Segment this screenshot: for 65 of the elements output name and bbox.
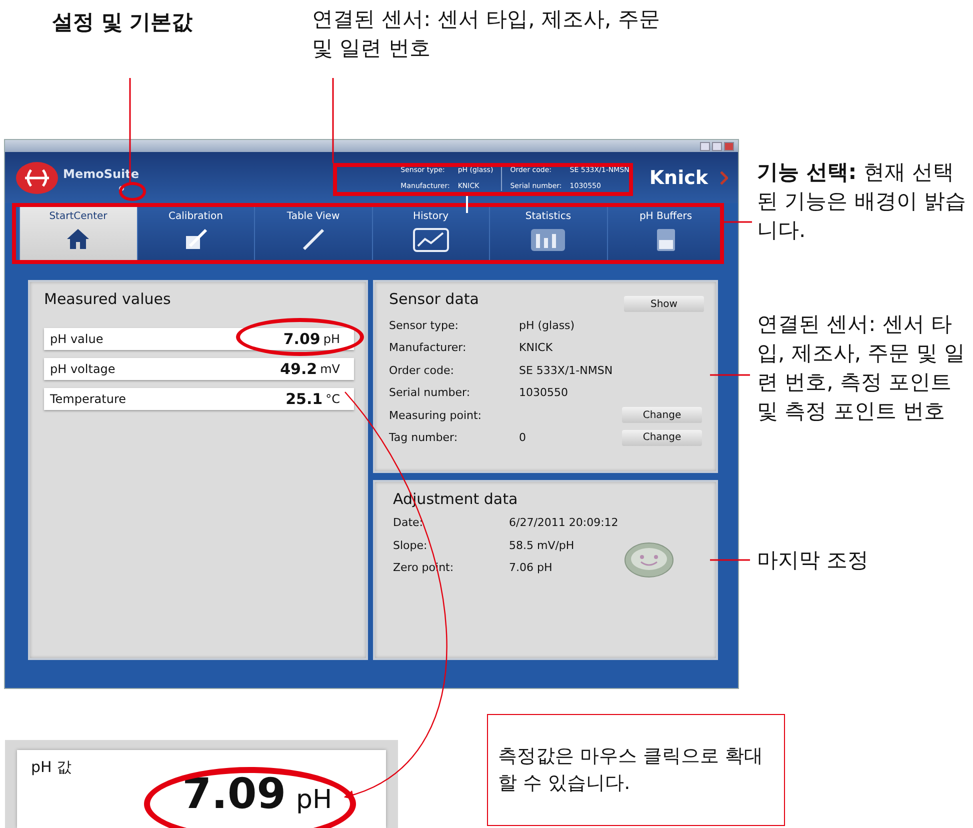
field-value: 1030550 [519, 386, 568, 400]
measured-value-row[interactable]: Temperature 25.1 °C [44, 388, 354, 410]
panel-title: Sensor data [389, 290, 479, 308]
value-unit: °C [326, 392, 340, 406]
tab[interactable]: StartCenter [19, 205, 136, 261]
minimize-button[interactable] [700, 142, 710, 150]
field-label: Slope: [393, 538, 428, 554]
field-label: Order code: [389, 364, 455, 377]
house-icon [66, 228, 90, 250]
tab[interactable]: Calibration [136, 205, 254, 261]
value-label: pH value [50, 332, 104, 346]
tab[interactable]: History [372, 205, 489, 261]
leader-line [724, 221, 752, 223]
measured-value-row[interactable]: pH value 7.09 pH [44, 328, 354, 350]
field-value: 58.5 mV/pH [509, 538, 576, 554]
value-label: pH voltage [50, 362, 116, 376]
field-value: 0 [519, 431, 526, 444]
field-label: Sensor type: [389, 318, 460, 332]
field-label: Date: [393, 516, 424, 531]
value-label: Temperature [50, 392, 128, 406]
field-value: pH (glass) [519, 318, 575, 332]
panel-title: Measured values [44, 290, 172, 308]
value-unit: mV [320, 362, 340, 376]
tab[interactable]: Table View [254, 205, 372, 261]
value-label: pH 값 [31, 758, 73, 777]
callout-text: 기능 선택: 현재 선택된 기능은 배경이 밝습니다. [757, 159, 968, 244]
field-label: Measuring point: [389, 408, 482, 422]
close-button[interactable] [724, 142, 734, 150]
callout-text: 설정 및 기본값 [52, 9, 194, 36]
change-button[interactable]: Change [622, 407, 702, 424]
pen-and-paper-icon [184, 228, 208, 250]
value-number: 49.2 [280, 360, 318, 378]
tab[interactable]: Statistics [489, 205, 606, 261]
chevron-icon[interactable] [720, 170, 728, 184]
field-value: 6/27/2011 20:09:12 [509, 516, 620, 531]
value-unit: pH [323, 332, 340, 346]
show-button[interactable]: Show [624, 296, 704, 312]
field-value: 7.06 pH [509, 561, 554, 576]
field-value: KNICK [519, 341, 553, 354]
value-number: 7.09 [182, 769, 286, 818]
field-label: Tag number: [389, 431, 459, 444]
statistics-icon [530, 228, 566, 252]
leader-line [710, 559, 750, 561]
line-chart-icon [412, 228, 449, 252]
callout-text: 연결된 센서: 센서 타입, 제조사, 주문 및 일련 번호 [312, 6, 661, 62]
brand-name: Knick [649, 166, 708, 188]
field-label: Manufacturer: [389, 341, 468, 354]
value-number: 7.09 [283, 330, 320, 348]
highlight-ellipse [119, 182, 146, 201]
leader-line [710, 374, 750, 376]
pen-icon [301, 228, 326, 250]
measured-value-row[interactable]: pH voltage 49.2 mV [44, 358, 354, 380]
change-button[interactable]: Change [622, 430, 702, 446]
tab[interactable]: pH Buffers [606, 205, 724, 261]
note-text: 측정값은 마우스 클릭으로 확대할 수 있습니다. [498, 745, 764, 794]
field-value: SE 533X/1-NMSN [519, 364, 613, 377]
callout-text: 연결된 센서: 센서 타입, 제조사, 주문 및 일련 번호, 측정 포인트 및 측정 포인트 번호 [757, 311, 966, 425]
smiley-icon [624, 542, 674, 578]
value-number: 25.1 [286, 390, 323, 408]
leader-line [466, 196, 468, 213]
logo-icon [15, 160, 59, 194]
field-label: Serial number: [389, 386, 472, 400]
maximize-button[interactable] [712, 142, 722, 150]
value-unit: pH [296, 785, 332, 815]
callout-text: 마지막 조정 [757, 547, 870, 574]
